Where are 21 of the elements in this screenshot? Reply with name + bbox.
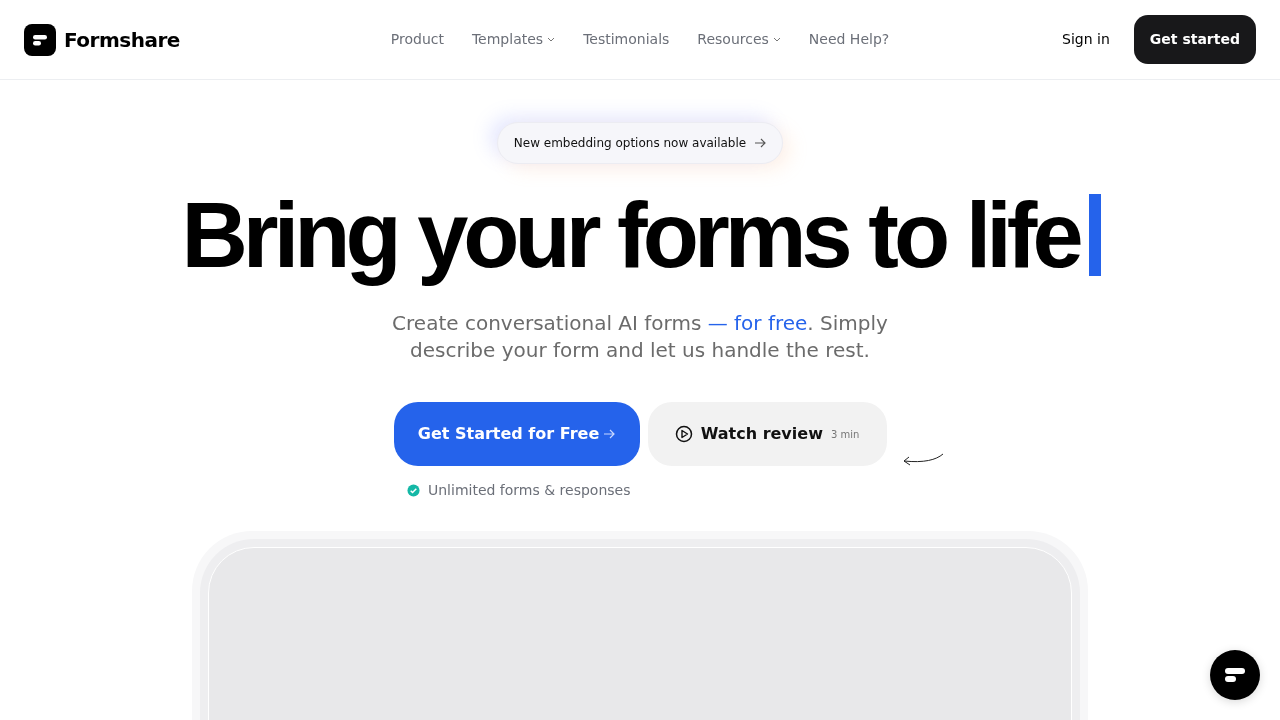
logo-icon — [24, 23, 56, 56]
feature-note: Unlimited forms & responses — [428, 481, 631, 501]
nav-dropdown[interactable]: Resources — [683, 29, 795, 50]
sign-in-link[interactable]: Sign in — [1062, 29, 1110, 50]
announcement-pill[interactable]: New embedding options now available — [496, 122, 784, 164]
get-started-free-button[interactable]: Get Started for Free — [393, 402, 640, 467]
logo-icon — [1224, 667, 1246, 683]
watch-review-button[interactable]: Watch review 3 min — [647, 402, 887, 467]
brand-name: Formshare — [64, 26, 180, 54]
nav-link[interactable]: Testimonials — [569, 29, 684, 50]
nav-link[interactable]: Need Help? — [794, 29, 904, 50]
get-started-button[interactable]: Get started — [1133, 15, 1256, 64]
headline: Bring your forms to life — [180, 183, 1081, 288]
arrow-right-icon — [603, 429, 616, 440]
chat-launcher-button[interactable] — [1210, 650, 1260, 700]
nav-dropdown[interactable]: Templates — [457, 29, 570, 50]
subtitle: Create conversational AI forms — for free. Simply describe your form and let us handle the rest. — [391, 310, 889, 365]
nav-link[interactable]: Product — [376, 29, 458, 50]
verified-check-icon — [407, 484, 420, 498]
arrow-right-icon — [754, 138, 767, 148]
play-icon — [674, 425, 693, 444]
